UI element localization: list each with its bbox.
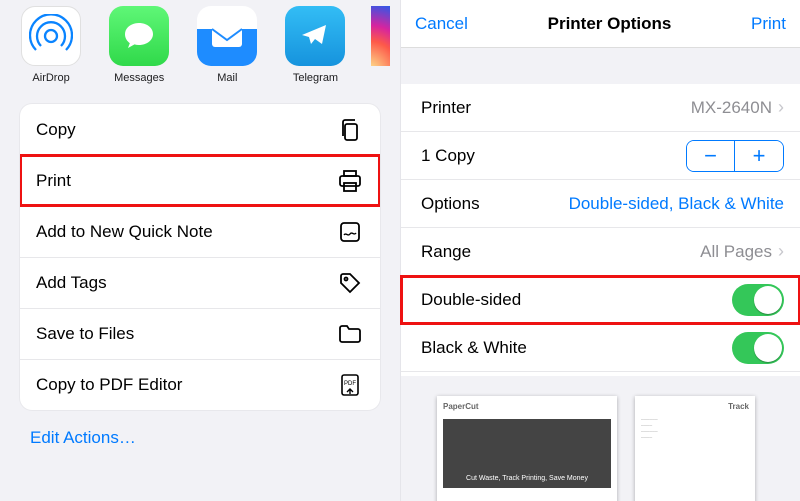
folder-icon <box>336 320 364 348</box>
print-preview-strip: PaperCut Cut Waste, Track Printing, Save… <box>401 376 800 501</box>
preview-page-1[interactable]: PaperCut Cut Waste, Track Printing, Save… <box>437 396 617 501</box>
row-value: Double-sided, Black & White <box>569 194 784 214</box>
airdrop-icon <box>21 6 81 66</box>
app-label: AirDrop <box>32 72 69 84</box>
row-range[interactable]: Range All Pages › <box>401 228 800 276</box>
app-label: I <box>371 72 390 84</box>
share-app-messages[interactable]: Messages <box>106 6 172 84</box>
row-label: Options <box>421 194 480 214</box>
preview-title: Track <box>641 402 749 411</box>
share-app-telegram[interactable]: Telegram <box>282 6 348 84</box>
quick-note-icon <box>336 218 364 246</box>
copy-icon <box>336 116 364 144</box>
messages-icon <box>109 6 169 66</box>
row-copies: 1 Copy − + <box>401 132 800 180</box>
row-printer[interactable]: Printer MX-2640N › <box>401 84 800 132</box>
tag-icon <box>336 269 364 297</box>
row-label: 1 Copy <box>421 146 475 166</box>
row-label: Printer <box>421 98 471 118</box>
row-label: Black & White <box>421 338 527 358</box>
action-copy-pdf[interactable]: Copy to PDF Editor PDF <box>20 359 380 410</box>
action-quick-note[interactable]: Add to New Quick Note <box>20 206 380 257</box>
row-label: Range <box>421 242 471 262</box>
mail-icon <box>197 6 257 66</box>
double-sided-toggle[interactable] <box>732 284 784 316</box>
print-icon <box>336 167 364 195</box>
black-white-toggle[interactable] <box>732 332 784 364</box>
action-label: Copy <box>36 120 76 140</box>
row-value: All Pages <box>700 242 772 262</box>
action-label: Add Tags <box>36 273 107 293</box>
nav-title: Printer Options <box>548 14 672 34</box>
row-label: Double-sided <box>421 290 521 310</box>
telegram-icon <box>285 6 345 66</box>
share-app-airdrop[interactable]: AirDrop <box>18 6 84 84</box>
action-save-files[interactable]: Save to Files <box>20 308 380 359</box>
action-label: Add to New Quick Note <box>36 222 213 242</box>
chevron-right-icon: › <box>778 241 784 262</box>
copies-stepper: − + <box>686 140 784 172</box>
pdf-icon: PDF <box>336 371 364 399</box>
nav-bar: Cancel Printer Options Print <box>401 0 800 48</box>
share-app-mail[interactable]: Mail <box>194 6 260 84</box>
stepper-plus[interactable]: + <box>735 141 783 171</box>
preview-page-2[interactable]: Track –––––––––––––––––––– <box>635 396 755 501</box>
action-copy[interactable]: Copy <box>20 104 380 155</box>
cancel-button[interactable]: Cancel <box>415 14 468 34</box>
app-label: Mail <box>217 72 237 84</box>
svg-text:PDF: PDF <box>344 381 356 387</box>
preview-tagline: Cut Waste, Track Printing, Save Money <box>443 419 611 488</box>
action-label: Save to Files <box>36 324 134 344</box>
action-label: Print <box>36 171 71 191</box>
share-app-instagram[interactable]: I <box>371 6 390 84</box>
stepper-minus[interactable]: − <box>687 141 735 171</box>
action-print[interactable]: Print <box>20 155 380 206</box>
app-label: Telegram <box>293 72 338 84</box>
preview-brand: PaperCut <box>443 402 611 411</box>
action-label: Copy to PDF Editor <box>36 375 182 395</box>
printer-options-panel: Cancel Printer Options Print Printer MX-… <box>400 0 800 501</box>
chevron-right-icon: › <box>778 97 784 118</box>
row-value: MX-2640N <box>691 98 772 118</box>
actions-card: Copy Print Add to New Quick Note Add Tag… <box>20 104 380 410</box>
row-double-sided: Double-sided <box>401 276 800 324</box>
action-add-tags[interactable]: Add Tags <box>20 257 380 308</box>
row-black-white: Black & White <box>401 324 800 372</box>
share-apps-strip: AirDrop Messages Mail Telegram <box>0 4 400 90</box>
print-button[interactable]: Print <box>751 14 786 34</box>
instagram-icon <box>371 6 390 66</box>
app-label: Messages <box>114 72 164 84</box>
row-options[interactable]: Options Double-sided, Black & White <box>401 180 800 228</box>
edit-actions-link[interactable]: Edit Actions… <box>0 410 400 448</box>
share-sheet: AirDrop Messages Mail Telegram <box>0 0 400 501</box>
